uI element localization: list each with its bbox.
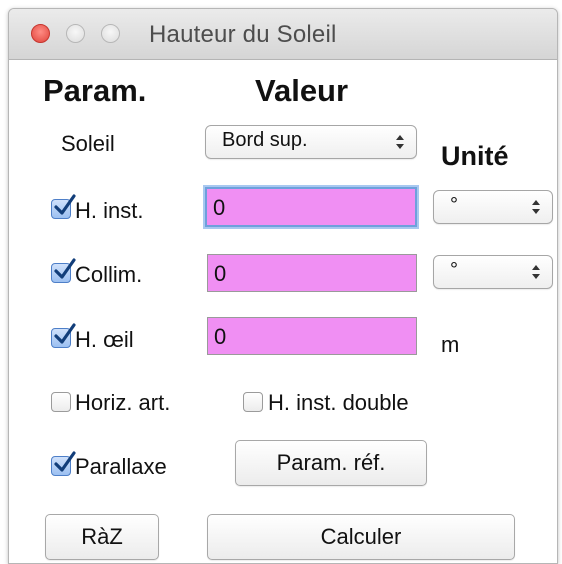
- unite-header: Unité: [441, 141, 509, 171]
- h-oeil-input[interactable]: 0: [207, 317, 417, 355]
- soleil-select[interactable]: Bord sup.: [205, 125, 417, 159]
- horiz-art-label: Horiz. art.: [75, 390, 171, 415]
- soleil-selected-value: Bord sup.: [222, 129, 308, 151]
- h-inst-checkbox[interactable]: [51, 194, 76, 219]
- close-window-button[interactable]: [31, 24, 50, 43]
- parallaxe-checkbox[interactable]: [51, 451, 76, 476]
- horiz-art-checkbox[interactable]: [51, 392, 71, 412]
- collim-unit-select[interactable]: °: [433, 255, 553, 289]
- parallaxe-label: Parallaxe: [75, 454, 167, 479]
- h-oeil-checkbox[interactable]: [51, 323, 76, 348]
- h-inst-double-checkbox[interactable]: [243, 392, 263, 412]
- valeur-header: Valeur: [255, 73, 349, 108]
- title-bar[interactable]: Hauteur du Soleil: [9, 9, 557, 60]
- h-inst-input[interactable]: 0: [205, 187, 417, 227]
- h-inst-unit-value: °: [450, 194, 458, 216]
- checkmark-icon: [54, 323, 76, 344]
- checkmark-icon: [54, 451, 76, 472]
- updown-arrows-icon: [532, 200, 540, 214]
- checkmark-icon: [54, 258, 76, 279]
- minimize-window-button[interactable]: [66, 24, 85, 43]
- checkmark-icon: [54, 194, 76, 215]
- collim-input[interactable]: 0: [207, 254, 417, 292]
- collim-checkbox[interactable]: [51, 258, 76, 283]
- window-title: Hauteur du Soleil: [149, 21, 337, 48]
- h-inst-unit-select[interactable]: °: [433, 190, 553, 224]
- updown-arrows-icon: [532, 265, 540, 279]
- h-oeil-label: H. œil: [75, 327, 134, 352]
- collim-label: Collim.: [75, 262, 143, 287]
- collim-unit-value: °: [450, 259, 458, 281]
- content-area: Param. Valeur Soleil Bord sup. Unité H. …: [9, 60, 557, 563]
- h-inst-double-label: H. inst. double: [268, 390, 409, 415]
- raz-button[interactable]: RàZ: [45, 514, 159, 560]
- h-oeil-unit-label: m: [441, 332, 460, 357]
- updown-arrows-icon: [396, 135, 404, 149]
- calculer-button[interactable]: Calculer: [207, 514, 515, 560]
- zoom-window-button[interactable]: [101, 24, 120, 43]
- param-ref-button[interactable]: Param. réf.: [235, 440, 427, 486]
- param-header: Param.: [43, 73, 147, 108]
- h-inst-label: H. inst.: [75, 198, 144, 223]
- main-window: Hauteur du Soleil Param. Valeur Soleil B…: [8, 8, 558, 564]
- soleil-label: Soleil: [61, 131, 115, 156]
